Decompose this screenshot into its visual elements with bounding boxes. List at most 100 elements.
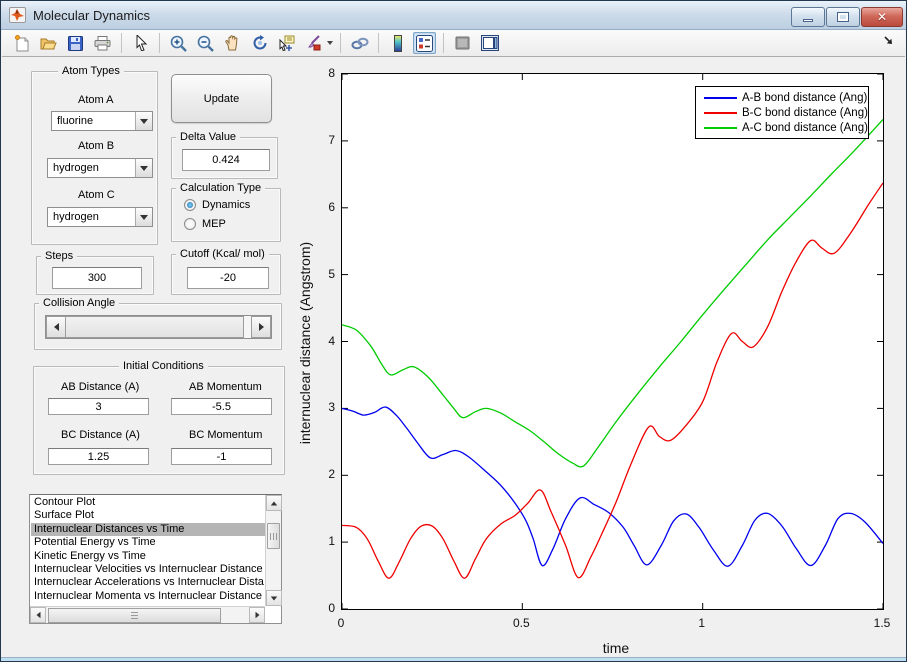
list-item[interactable]: Surface Plot [31,509,265,522]
maximize-icon [837,12,849,22]
radio-mep-label: MEP [202,218,226,230]
radio-dynamics-label: Dynamics [202,199,251,211]
maximize-button[interactable] [826,7,860,27]
atom-c-value: hydrogen [53,211,99,223]
plot-axes: A-B bond distance (Ang) B-C bond distance… [341,73,884,610]
save-icon[interactable] [64,32,87,54]
y-tick-label: 0 [328,601,335,615]
toolbar-separator [378,33,379,53]
update-button[interactable]: Update [171,74,272,123]
dock-figure-arrow-icon[interactable] [883,35,895,47]
steps-title: Steps [41,250,78,262]
edit-plot-arrow-icon[interactable] [129,32,152,54]
toolbar-separator [159,33,160,53]
scroll-right-icon[interactable] [249,607,265,623]
radio-dynamics-icon[interactable] [184,199,196,211]
list-item[interactable]: Internuclear Accelerations vs Internucle… [31,576,265,589]
rotate-3d-icon[interactable] [248,32,271,54]
listbox-vertical-scrollbar[interactable] [265,495,282,606]
data-cursor-icon[interactable] [275,32,298,54]
list-item[interactable]: Kinetic Energy vs Time [31,550,265,563]
minimize-button[interactable] [791,7,825,27]
atom-b-label: Atom B [78,140,115,152]
atom-b-value: hydrogen [53,162,99,174]
atom-a-dropdown[interactable]: fluorine [51,111,153,131]
vscroll-thumb[interactable] [267,523,280,549]
close-button[interactable]: ✕ [861,7,903,27]
radio-mep[interactable]: MEP [184,218,226,230]
pan-hand-icon[interactable] [221,32,244,54]
scroll-down-icon[interactable] [266,590,282,606]
print-icon[interactable] [91,32,114,54]
y-axis-label: internuclear distance (Angstrom) [297,241,313,445]
bc-momentum-field[interactable]: -1 [171,448,272,465]
atom-c-dropdown-arrow-icon[interactable] [135,208,152,226]
legend-entry: B-C bond distance (Ang) [696,105,868,120]
y-tick-label: 8 [328,66,335,80]
plot-legend[interactable]: A-B bond distance (Ang) B-C bond distance… [695,86,869,139]
delta-value-field[interactable]: 0.424 [182,149,270,171]
open-file-icon[interactable] [37,32,60,54]
scroll-left-icon[interactable] [30,607,46,623]
plot-canvas [342,74,883,609]
slider-left-arrow-icon[interactable] [46,316,66,338]
hscroll-thumb[interactable] [48,607,221,623]
ab-momentum-field[interactable]: -5.5 [171,398,272,415]
new-figure-icon[interactable] [10,32,33,54]
ab-momentum-label: AB Momentum [189,381,262,393]
collision-angle-title: Collision Angle [39,297,120,309]
slider-thumb[interactable] [66,316,244,338]
legend-label: A-B bond distance (Ang) [742,91,868,104]
series-line-1 [342,182,883,579]
legend-line-sample [704,126,737,129]
insert-colorbar-icon[interactable] [386,32,409,54]
scroll-up-icon[interactable] [266,495,282,511]
slider-right-arrow-icon[interactable] [251,316,271,338]
show-plot-tools-dock-icon[interactable] [478,32,501,54]
hide-plot-tools-icon[interactable] [451,32,474,54]
list-item[interactable]: Internuclear Momenta vs Internuclear Dis… [31,590,265,603]
x-tick-label: 1 [698,616,705,630]
brush-dropdown-caret-icon[interactable] [327,41,333,45]
plot-type-listbox[interactable]: Contour Plot Surface Plot Internuclear Dis… [29,494,282,624]
insert-legend-icon[interactable] [413,32,436,54]
zoom-out-icon[interactable] [194,32,217,54]
legend-label: A-C bond distance (Ang) [742,121,868,134]
figure-client-area: Atom Types Atom A fluorine Atom B hydrog… [5,57,902,657]
list-item[interactable]: Internuclear Velocities vs Internuclear … [31,563,265,576]
list-item[interactable]: Contour Plot [31,496,265,509]
bc-momentum-label: BC Momentum [189,429,263,441]
atom-b-dropdown-arrow-icon[interactable] [135,159,152,177]
initial-conditions-title: Initial Conditions [119,360,208,372]
atom-types-panel: Atom Types Atom A fluorine Atom B hydrog… [31,65,158,245]
list-item[interactable]: Potential Energy vs Time [31,536,265,549]
ab-distance-field[interactable]: 3 [48,398,149,415]
y-tick-label: 7 [328,132,335,147]
cutoff-field[interactable]: -20 [187,267,269,289]
calculation-type-panel: Calculation Type Dynamics MEP [171,182,281,242]
link-plot-icon[interactable] [348,32,371,54]
radio-dynamics[interactable]: Dynamics [184,199,250,211]
zoom-in-icon[interactable] [167,32,190,54]
atom-a-dropdown-arrow-icon[interactable] [135,112,152,130]
toolbar-separator [121,33,122,53]
steps-field[interactable]: 300 [52,267,142,289]
legend-entry: A-B bond distance (Ang) [696,90,868,105]
bc-distance-label: BC Distance (A) [61,429,140,441]
steps-panel: Steps 300 [36,250,154,295]
atom-c-dropdown[interactable]: hydrogen [47,207,153,227]
slider-track[interactable] [244,316,251,338]
listbox-horizontal-scrollbar[interactable] [30,606,265,623]
atom-types-title: Atom Types [58,65,124,77]
list-item[interactable]: Internuclear Distances vs Time [31,522,265,537]
legend-line-sample [704,96,737,99]
calculation-type-title: Calculation Type [176,182,266,194]
x-tick-label: 0 [337,616,345,630]
radio-mep-icon[interactable] [184,218,196,230]
collision-angle-panel: Collision Angle [34,297,282,350]
collision-angle-slider[interactable] [45,315,272,339]
delta-value-title: Delta Value [176,131,241,143]
brush-data-icon[interactable] [302,32,325,54]
bc-distance-field[interactable]: 1.25 [48,448,149,465]
atom-b-dropdown[interactable]: hydrogen [47,158,153,178]
